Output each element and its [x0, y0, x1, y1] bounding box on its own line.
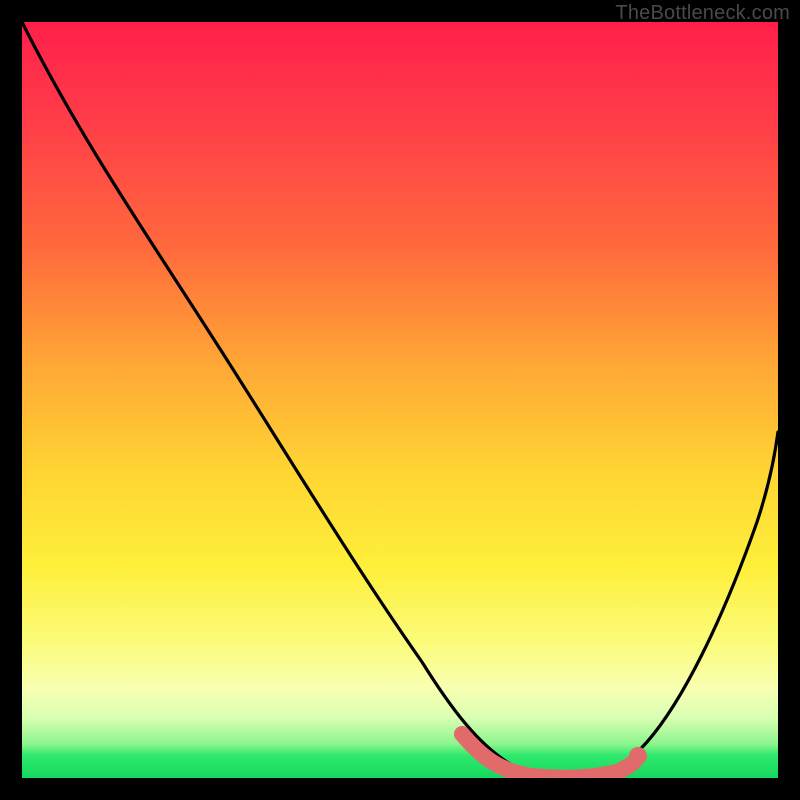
- watermark-text: TheBottleneck.com: [615, 2, 790, 25]
- chart-svg: [22, 22, 778, 778]
- bottleneck-curve: [22, 22, 778, 778]
- chart-plot-area: [22, 22, 778, 778]
- marker-dot: [629, 747, 647, 765]
- chart-frame: TheBottleneck.com: [0, 0, 800, 800]
- highlight-band: [462, 734, 634, 778]
